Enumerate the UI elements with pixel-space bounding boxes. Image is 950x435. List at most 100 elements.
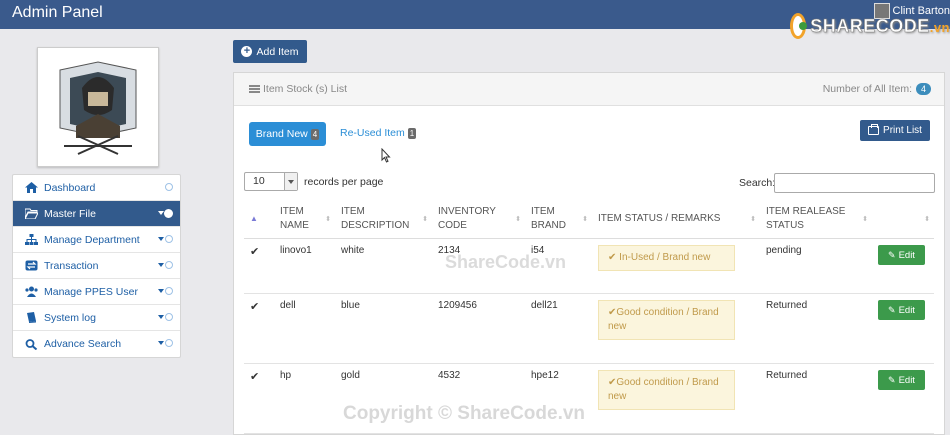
cell-item-name: dell	[274, 293, 335, 364]
sidebar-item-label: Dashboard	[44, 181, 96, 194]
cell-item-name: linovo1	[274, 238, 335, 294]
cell-item-description: gold	[335, 363, 432, 434]
search-input[interactable]	[774, 173, 935, 193]
print-list-label: Print List	[883, 125, 922, 136]
caret-down-icon	[158, 341, 164, 345]
sort-icon: ⬍	[422, 216, 428, 223]
sidebar-item-manage-department[interactable]: Manage Department	[13, 227, 180, 253]
edit-button[interactable]: ✎ Edit	[878, 245, 925, 265]
sidebar-item-manage-ppes-user[interactable]: Manage PPES User	[13, 279, 180, 305]
tab-label: Brand New	[255, 128, 308, 140]
book-icon	[27, 312, 36, 323]
status-badge: ✔ In-Used / Brand new	[598, 245, 735, 271]
folder-open-icon	[25, 208, 38, 219]
tab-count-badge: 4	[310, 128, 320, 140]
profile-illustration	[38, 48, 158, 166]
sidebar-item-label: Advance Search	[44, 338, 122, 350]
cell-inventory-code: 4532	[432, 363, 525, 434]
tab-count-badge: 1	[407, 127, 417, 139]
printer-icon	[868, 124, 880, 135]
status-badge: ✔Good condition / Brand new	[598, 370, 735, 410]
col-inventory-code[interactable]: INVENTORY CODE ⬍	[432, 200, 525, 239]
sidebar-item-dashboard[interactable]: Dashboard	[13, 175, 180, 201]
add-item-label: Add Item	[256, 45, 299, 58]
sidebar-item-advance-search[interactable]: Advance Search	[13, 331, 180, 357]
col-item-brand[interactable]: ITEM BRAND ⬍	[525, 200, 592, 239]
sort-icon: ⬍	[325, 216, 331, 223]
cell-inventory-code: 2134	[432, 238, 525, 294]
cell-item-name: hp	[274, 363, 335, 434]
cell-item-brand: dell21	[525, 293, 592, 364]
caret-down-icon	[158, 263, 164, 267]
records-per-page-label: records per page	[304, 175, 384, 188]
col-item-status[interactable]: ITEM STATUS / REMARKS ⬍	[592, 200, 760, 239]
cell-release-status: pending	[760, 238, 872, 294]
circle-icon	[165, 313, 173, 321]
cell-item-description: blue	[335, 293, 432, 364]
table-row[interactable]: ✔ dell blue 1209456 dell21 ✔Good conditi…	[244, 293, 934, 364]
check-icon: ✔	[250, 301, 260, 313]
edit-button[interactable]: ✎ Edit	[878, 370, 925, 390]
sort-icon: ⬍	[515, 216, 521, 223]
check-icon: ✔	[608, 252, 617, 263]
plus-circle-icon: +	[241, 46, 253, 57]
col-item-description[interactable]: ITEM DESCRIPTION ⬍	[335, 200, 432, 239]
app-title[interactable]: Admin Panel	[12, 4, 103, 22]
item-count-badge: 4	[915, 83, 931, 95]
pencil-icon: ✎	[888, 304, 896, 315]
tab-label: Re-Used Item	[340, 127, 405, 139]
item-count-label: Number of All Item:	[822, 83, 912, 95]
profile-picture	[37, 47, 159, 167]
sort-icon: ⬍	[862, 216, 868, 223]
exchange-icon	[25, 260, 38, 271]
print-list-button[interactable]: Print List	[860, 120, 930, 141]
list-icon	[249, 85, 260, 93]
sitemap-icon	[25, 234, 38, 245]
sort-icon: ⬍	[582, 216, 588, 223]
table-header-row: ▲ ITEM NAME ⬍ ITEM DESCRIPTION ⬍ INVENTORY…	[244, 200, 934, 239]
caret-down-icon	[158, 237, 164, 241]
pencil-icon: ✎	[888, 374, 896, 385]
panel-title: Item Stock (s) List	[263, 83, 348, 95]
add-item-button[interactable]: + Add Item	[233, 40, 307, 63]
sort-icon: ⬍	[924, 216, 930, 223]
col-action[interactable]: ⬍	[872, 200, 934, 239]
mouse-cursor-icon	[381, 148, 391, 163]
sort-icon: ⬍	[750, 216, 756, 223]
item-table: ▲ ITEM NAME ⬍ ITEM DESCRIPTION ⬍ INVENTORY…	[244, 200, 934, 434]
sort-asc-icon: ▲	[250, 214, 258, 223]
circle-icon	[165, 339, 173, 347]
col-item-name[interactable]: ITEM NAME ⬍	[274, 200, 335, 239]
check-icon: ✔	[250, 371, 260, 383]
caret-down-icon	[158, 289, 164, 293]
table-row[interactable]: ✔ hp gold 4532 hpe12 ✔Good condition / B…	[244, 363, 934, 434]
sidebar-item-label: Manage PPES User	[44, 285, 138, 298]
circle-icon	[164, 209, 173, 218]
cell-inventory-code: 1209456	[432, 293, 525, 364]
col-release-status[interactable]: ITEM REALEASE STATUS ⬍	[760, 200, 872, 239]
sidebar-item-system-log[interactable]: System log	[13, 305, 180, 331]
status-badge: ✔Good condition / Brand new	[598, 300, 735, 340]
sharecode-logo-icon	[790, 13, 808, 39]
circle-icon	[165, 235, 173, 243]
sidebar-item-label: Transaction	[44, 259, 99, 272]
col-select[interactable]: ▲	[244, 200, 274, 239]
circle-icon	[165, 183, 173, 191]
cell-item-brand: i54	[525, 238, 592, 294]
circle-icon	[165, 287, 173, 295]
page-length-value: 10	[253, 175, 265, 187]
table-row[interactable]: ✔ linovo1 white 2134 i54 ✔ In-Used / Bra…	[244, 238, 934, 294]
records-per-page: 10 records per page	[244, 172, 383, 191]
cell-item-description: white	[335, 238, 432, 294]
sidebar-item-master-file[interactable]: Master File	[13, 201, 180, 227]
tab-brand-new[interactable]: Brand New 4	[249, 122, 326, 146]
page-length-select[interactable]: 10	[244, 172, 298, 191]
sidebar-item-transaction[interactable]: Transaction	[13, 253, 180, 279]
home-icon	[25, 182, 38, 193]
edit-button[interactable]: ✎ Edit	[878, 300, 925, 320]
cell-release-status: Returned	[760, 363, 872, 434]
users-icon	[25, 286, 38, 297]
pencil-icon: ✎	[888, 249, 896, 260]
tab-re-used-item[interactable]: Re-Used Item 1	[340, 127, 417, 139]
item-stock-panel: Item Stock (s) List Number of All Item: …	[233, 72, 945, 435]
